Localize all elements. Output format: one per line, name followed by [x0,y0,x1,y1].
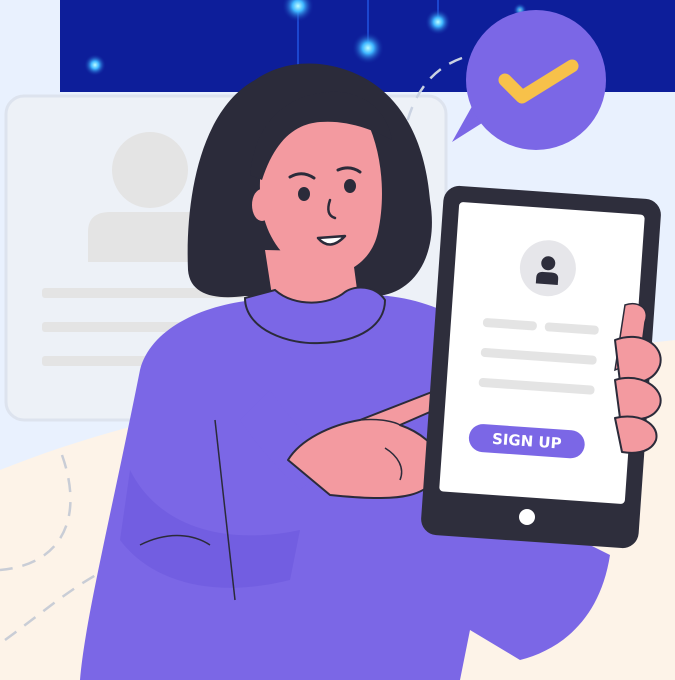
illustration: SIGN UP [0,0,675,680]
avatar-placeholder-head [112,132,188,208]
eye [344,179,356,193]
ear [252,189,272,221]
eye [298,187,310,201]
home-button-icon[interactable] [519,509,535,525]
avatar-body [535,271,559,285]
